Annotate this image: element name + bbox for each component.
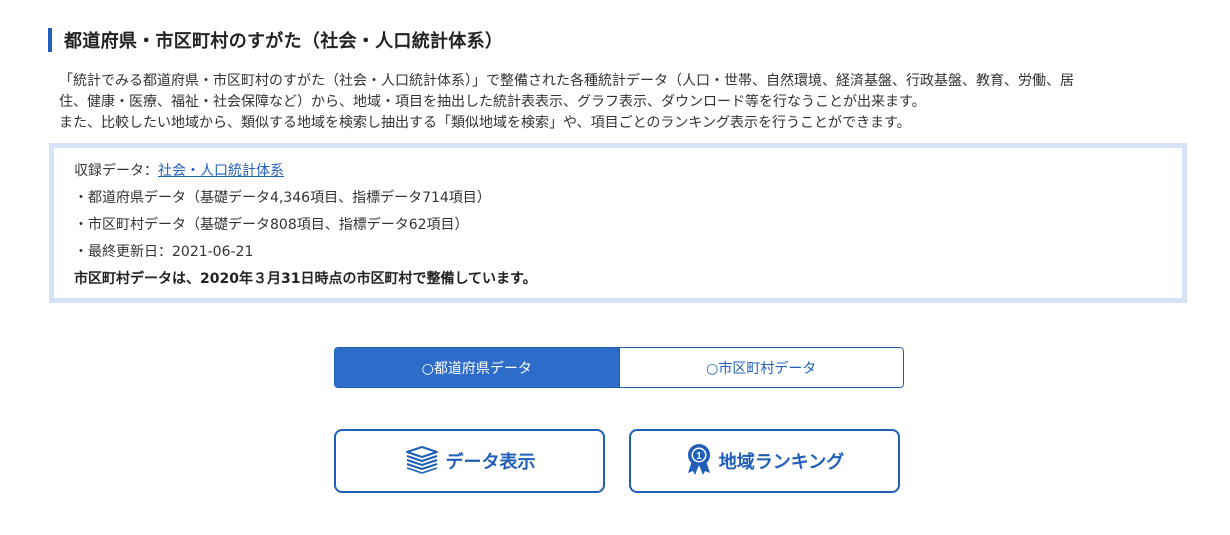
data-display-label: データ表示 xyxy=(445,452,536,473)
title-accent-bar xyxy=(48,28,52,52)
muni-data-count: ・市区町村データ（基礎データ808項目、指標データ62項目） xyxy=(74,217,469,233)
toggle-prefecture-data[interactable]: ○都道府県データ xyxy=(335,348,619,387)
data-type-toggle: ○都道府県データ ○市区町村データ xyxy=(334,347,904,388)
layers-icon xyxy=(404,444,446,479)
intro-line-2: 住、健康・医療、福祉・社会保障など）から、地域・項目を抽出した統計表表示、グラフ… xyxy=(59,94,926,110)
data-info-box: 収録データ：社会・人口統計体系 ・都道府県データ（基礎データ4,346項目、指標… xyxy=(49,143,1187,303)
ranking-button[interactable]: 1 地域ランキング xyxy=(629,429,900,493)
page-title: 都道府県・市区町村のすがた（社会・人口統計体系） xyxy=(64,31,504,52)
source-label: 収録データ： xyxy=(74,163,158,179)
award-ribbon-icon: 1 xyxy=(685,443,719,480)
last-updated: ・最終更新日：2021-06-21 xyxy=(74,244,254,260)
intro-line-3: また、比較したい地域から、類似する地域を検索し抽出する「類似地域を検索」や、項目… xyxy=(59,115,911,131)
ranking-label: 地域ランキング xyxy=(718,452,845,473)
source-link[interactable]: 社会・人口統計体系 xyxy=(158,163,284,179)
data-display-button[interactable]: データ表示 xyxy=(334,429,605,493)
toggle-municipality-data[interactable]: ○市区町村データ xyxy=(618,348,903,387)
pref-data-count: ・都道府県データ（基礎データ4,346項目、指標データ714項目） xyxy=(74,190,491,206)
intro-text: 「統計でみる都道府県・市区町村のすがた（社会・人口統計体系）」で整備された各種統… xyxy=(59,71,1169,134)
municipality-note: 市区町村データは、2020年３月31日時点の市区町村で整備しています。 xyxy=(74,271,537,287)
source-row: 収録データ：社会・人口統計体系 xyxy=(74,158,537,185)
data-info-content: 収録データ：社会・人口統計体系 ・都道府県データ（基礎データ4,346項目、指標… xyxy=(74,158,537,293)
svg-text:1: 1 xyxy=(696,451,702,462)
section-header: 都道府県・市区町村のすがた（社会・人口統計体系） xyxy=(48,27,503,53)
intro-line-1: 「統計でみる都道府県・市区町村のすがた（社会・人口統計体系）」で整備された各種統… xyxy=(59,73,1074,89)
